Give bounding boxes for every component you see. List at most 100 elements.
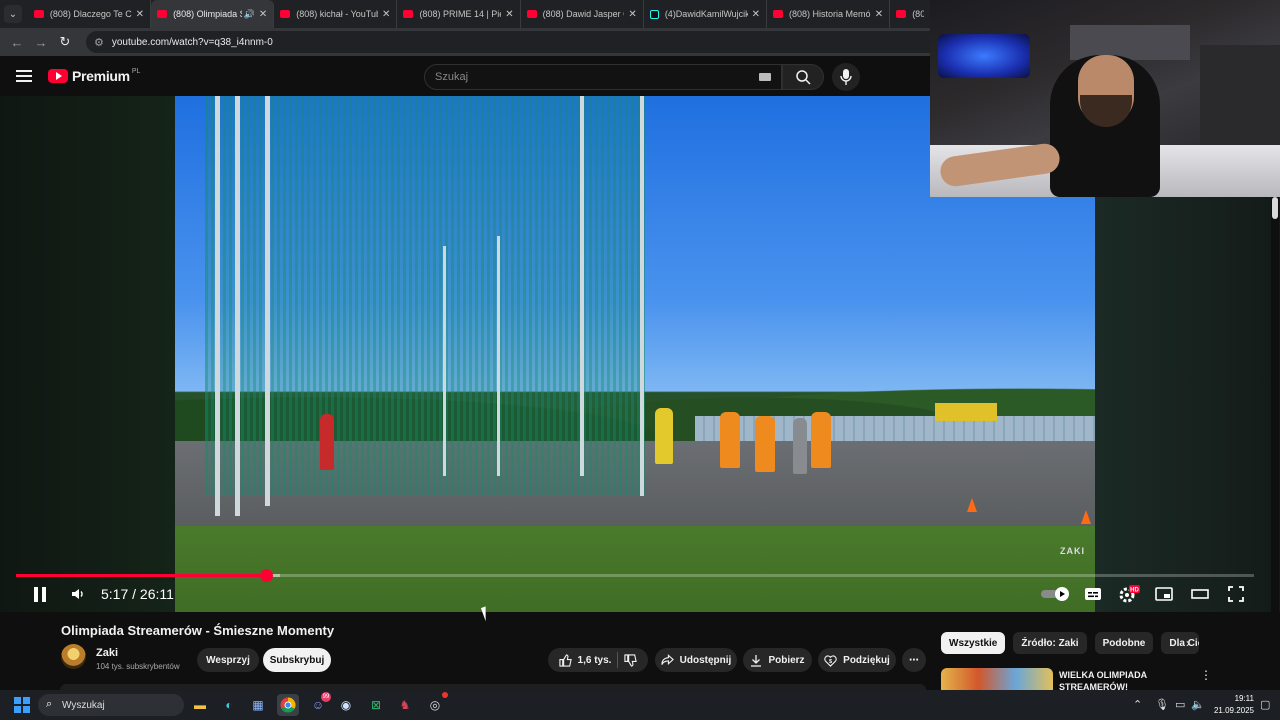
recommendation-thumbnail[interactable] [941,668,1053,690]
miniplayer-button[interactable] [1152,582,1176,606]
like-button[interactable]: 1,6 tys. [558,653,611,667]
url-field[interactable]: ⚙ youtube.com/watch?v=q38_i4nnm-0 [86,31,930,53]
streaming-app-icon[interactable]: ♞ [394,694,416,716]
chip-for-you[interactable]: Dla Cie [1161,632,1200,654]
autoplay-toggle[interactable] [1040,582,1072,606]
page-scrollbar[interactable] [1271,197,1279,690]
more-actions-button[interactable]: ⋯ [902,648,926,672]
close-icon[interactable]: ✕ [752,9,760,20]
site-info-icon[interactable]: ⚙ [94,36,104,49]
url-text: youtube.com/watch?v=q38_i4nnm-0 [111,36,273,48]
edge-icon[interactable]: ◐ [218,694,240,716]
tab-search-chevron-icon[interactable]: ⌄ [4,5,22,23]
scrubber-handle[interactable] [260,569,274,582]
video-scene-person [655,408,673,464]
super-thanks-icon: $ [824,654,837,667]
like-dislike-group: 1,6 tys. [548,648,648,672]
dislike-button[interactable] [624,653,638,667]
youtube-play-icon [48,69,68,83]
more-horizontal-icon: ⋯ [909,654,919,666]
taskbar-search-input[interactable]: ⌕ Wyszukaj [38,694,184,716]
taskbar-clock[interactable]: 19:11 21.09.2025 [1208,693,1254,717]
browser-tab[interactable]: (808) Dlaczego Te Ch ✕ [28,0,152,28]
discord-icon[interactable]: ☺ 99 [307,692,331,716]
video-scene-cone [1081,510,1091,524]
search-button[interactable] [782,64,824,90]
pause-button[interactable] [28,582,52,606]
close-icon[interactable]: ✕ [259,9,267,20]
close-icon[interactable]: ✕ [628,9,636,20]
download-button[interactable]: Pobierz [743,648,812,672]
video-scene-pole [265,96,270,506]
close-icon[interactable]: ✕ [875,9,883,20]
microphone-icon[interactable]: 🎙 [1155,698,1169,711]
browser-tab-active[interactable]: (808) Olimpiada S 🔊 ✕ [151,0,275,28]
search-icon: ⌕ [46,698,53,710]
subtitles-button[interactable] [1081,582,1105,606]
browser-tab[interactable]: (808) [890,0,930,28]
thanks-button[interactable]: $ Podziękuj [818,648,896,672]
speaker-icon[interactable]: 🔊 [244,9,255,20]
menu-icon[interactable] [16,67,32,85]
steam-icon[interactable]: ◉ [335,694,357,716]
theater-mode-button[interactable] [1188,582,1212,606]
notifications-icon[interactable]: ▢ [1260,698,1270,711]
scrollbar-thumb[interactable] [1272,197,1278,219]
video-scene-grass [175,526,1095,612]
youtube-logo[interactable]: Premium PL [48,68,140,84]
video-scene-cone [967,498,977,512]
browser-tab[interactable]: (808) Historia Memó ✕ [767,0,891,28]
channel-name[interactable]: Zaki [96,647,118,659]
seek-bar[interactable] [16,569,1254,582]
more-vertical-icon[interactable]: ⋮ [1200,668,1212,682]
forward-arrow-icon[interactable]: → [30,31,52,53]
network-icon[interactable]: ▭ [1175,698,1185,711]
browser-tab[interactable]: (4)DawidKamilWujcik ✕ [644,0,767,28]
windows-start-icon[interactable] [14,697,30,713]
settings-button[interactable]: HD [1116,582,1142,606]
excel-icon[interactable]: ⊠ [365,694,387,716]
share-button[interactable]: Udostępnij [655,648,737,672]
support-button[interactable]: Wesprzyj [197,648,259,672]
autoplay-icon [1041,587,1069,601]
obs-icon[interactable]: ◎ [424,692,448,716]
chip-from-channel[interactable]: Źródło: Zaki [1013,632,1087,654]
fullscreen-button[interactable] [1224,582,1248,606]
search-input[interactable]: Szukaj [424,64,782,90]
close-icon[interactable]: ✕ [382,9,390,20]
search-icon [796,70,811,85]
video-scene-net [205,96,645,496]
video-scene-person [755,416,775,472]
file-explorer-icon[interactable]: ▬ [189,694,211,716]
youtube-icon [33,10,44,18]
close-icon[interactable]: ✕ [136,9,144,20]
store-icon[interactable]: ▦ [247,694,269,716]
youtube-masthead: Premium PL Szukaj [0,56,930,96]
close-icon[interactable]: ✕ [505,9,513,20]
webcam-overlay [930,0,1280,197]
browser-tab[interactable]: (808) kichał - YouTub ✕ [274,0,398,28]
back-arrow-icon[interactable]: ← [6,31,28,53]
keyboard-icon[interactable] [759,73,771,81]
chip-all[interactable]: Wszystkie [941,632,1006,654]
reload-icon[interactable]: ↻ [54,31,76,53]
video-title: Olimpiada Streamerów - Śmieszne Momenty [61,623,335,638]
browser-tab-strip: ⌄ (808) Dlaczego Te Ch ✕ (808) Olimpiada … [0,0,930,28]
browser-tab[interactable]: (808) PRIME 14 | Pier ✕ [397,0,521,28]
subtitles-icon [1085,588,1101,600]
subscribe-button[interactable]: Subskrybuj [263,648,331,672]
youtube-icon [896,10,907,18]
chevron-right-icon[interactable]: › [1186,636,1190,650]
chrome-icon[interactable] [277,694,299,716]
video-scene-person [720,412,740,468]
speaker-icon[interactable]: 🔈 [1191,698,1205,711]
channel-avatar[interactable] [61,644,86,669]
voice-search-button[interactable] [832,63,860,91]
browser-tab[interactable]: (808) Dawid Jasper C ✕ [521,0,644,28]
mute-button[interactable] [66,582,90,606]
chevron-up-icon[interactable]: ⌃ [1133,698,1142,711]
recording-indicator-icon [442,692,448,698]
svg-text:HD: HD [1130,588,1139,594]
recommendation-title[interactable]: WIELKA OLIMPIADA STREAMERÓW! [1059,669,1169,690]
chip-related[interactable]: Podobne [1094,632,1154,654]
